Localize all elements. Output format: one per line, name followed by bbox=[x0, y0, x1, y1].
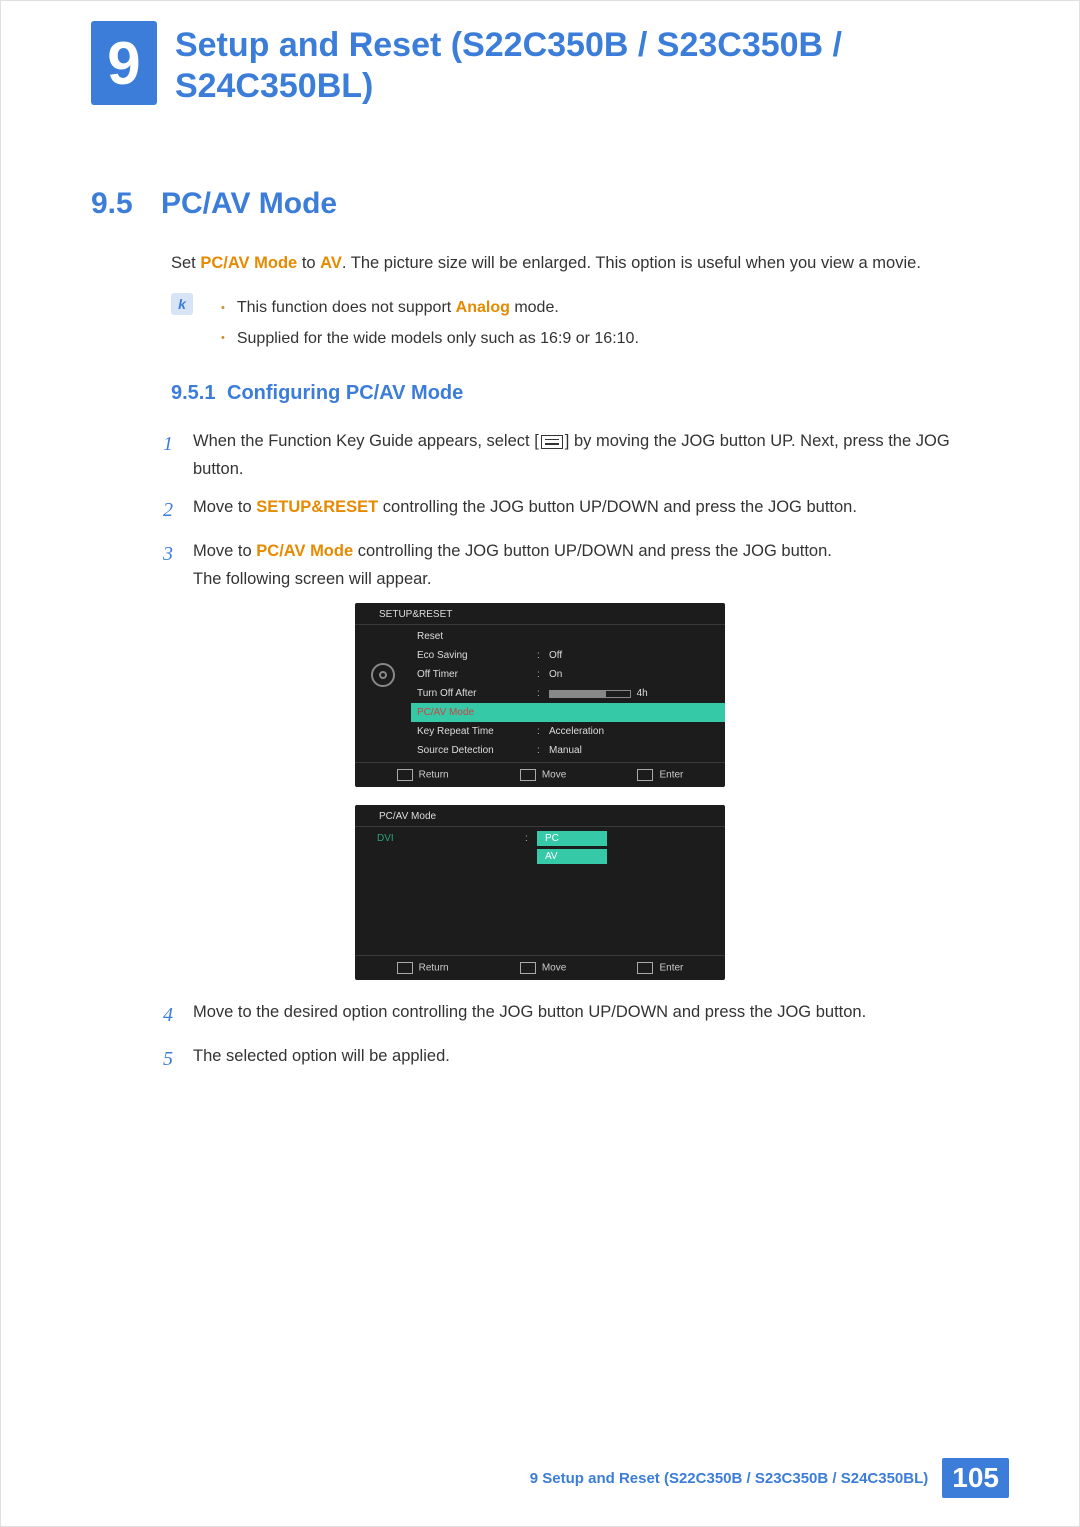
menu-icon bbox=[541, 435, 563, 449]
osd1-footer: Return Move Enter bbox=[355, 762, 725, 787]
osd-enter-hint: Enter bbox=[637, 769, 683, 781]
osd-row-offtimer: Off Timer:On bbox=[411, 665, 725, 684]
osd-row-reset: Reset bbox=[411, 627, 725, 646]
page-number: 105 bbox=[942, 1458, 1009, 1498]
step-4: 4 Move to the desired option controlling… bbox=[163, 998, 999, 1032]
osd-row-keyrepeat: Key Repeat Time:Acceleration bbox=[411, 722, 725, 741]
osd2-row-av: AV bbox=[377, 847, 725, 865]
section-name: PC/AV Mode bbox=[161, 187, 337, 220]
osd-pcav-panel: PC/AV Mode DVI:PC AV Return Move Enter bbox=[355, 805, 725, 980]
osd-return-hint: Return bbox=[397, 769, 449, 781]
osd-row-turnoffafter: Turn Off After: 4h bbox=[411, 684, 725, 703]
subsection-name: Configuring PC/AV Mode bbox=[227, 382, 463, 404]
osd-row-pcav-highlighted: PC/AV Mode bbox=[411, 703, 725, 722]
osd-row-sourcedetect: Source Detection:Manual bbox=[411, 741, 725, 760]
osd-row-eco: Eco Saving:Off bbox=[411, 646, 725, 665]
chapter-number-badge: 9 bbox=[91, 21, 157, 105]
osd2-footer: Return Move Enter bbox=[355, 955, 725, 980]
osd-enter-hint: Enter bbox=[637, 962, 683, 974]
osd-move-hint: Move bbox=[520, 769, 566, 781]
step-2: 2 Move to SETUP&RESET controlling the JO… bbox=[163, 493, 999, 527]
note-item-1: This function does not support Analog mo… bbox=[221, 293, 639, 323]
chapter-title: Setup and Reset (S22C350B / S23C350B / S… bbox=[175, 21, 999, 107]
slider-icon bbox=[549, 690, 631, 698]
step-1: 1 When the Function Key Guide appears, s… bbox=[163, 427, 999, 483]
subsection-title: 9.5.1Configuring PC/AV Mode bbox=[171, 382, 1079, 405]
gear-icon bbox=[371, 663, 395, 687]
note-item-2: Supplied for the wide models only such a… bbox=[221, 324, 639, 354]
section-number: 9.5 bbox=[91, 187, 161, 221]
subsection-number: 9.5.1 bbox=[171, 382, 227, 405]
intro-paragraph: Set PC/AV Mode to AV. The picture size w… bbox=[171, 251, 999, 276]
osd-move-hint: Move bbox=[520, 962, 566, 974]
osd-return-hint: Return bbox=[397, 962, 449, 974]
osd2-row-pc: DVI:PC bbox=[377, 829, 725, 847]
note-block: k This function does not support Analog … bbox=[171, 293, 999, 354]
osd1-title: SETUP&RESET bbox=[355, 603, 725, 625]
section-title: 9.5PC/AV Mode bbox=[91, 187, 1079, 221]
page-footer: 9 Setup and Reset (S22C350B / S23C350B /… bbox=[530, 1458, 1009, 1498]
footer-chapter-ref: 9 Setup and Reset (S22C350B / S23C350B /… bbox=[530, 1470, 929, 1487]
note-icon: k bbox=[171, 293, 193, 315]
step-5: 5 The selected option will be applied. bbox=[163, 1042, 999, 1076]
osd2-title: PC/AV Mode bbox=[355, 805, 725, 827]
osd-setup-reset-panel: SETUP&RESET Reset Eco Saving:Off Off Tim… bbox=[355, 603, 725, 787]
step-3: 3 Move to PC/AV Mode controlling the JOG… bbox=[163, 537, 999, 593]
